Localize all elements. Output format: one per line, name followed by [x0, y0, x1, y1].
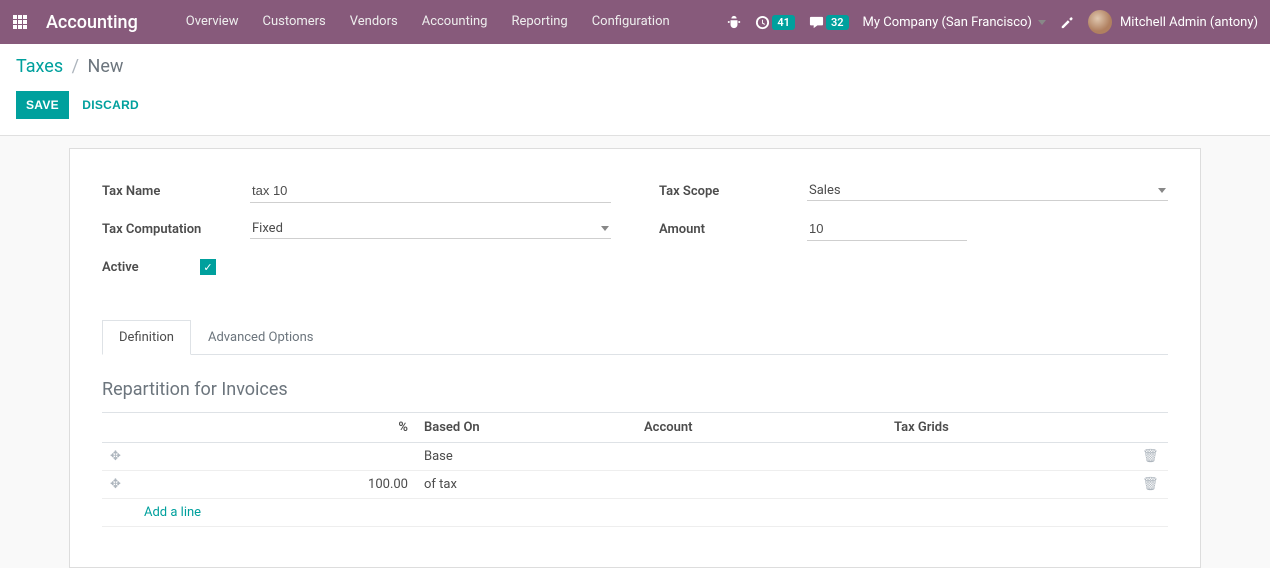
- col-tax-grids: Tax Grids: [886, 413, 1134, 443]
- menu-vendors[interactable]: Vendors: [338, 0, 410, 44]
- company-name: My Company (San Francisco): [863, 15, 1032, 30]
- input-tax-name[interactable]: [250, 179, 611, 203]
- table-row-add: Add a line: [102, 499, 1168, 527]
- checkbox-active[interactable]: ✓: [200, 259, 216, 275]
- table-row[interactable]: ✥ Base 🗑: [102, 443, 1168, 471]
- sheet-container: Tax Name Tax Computation Fixed Active ✓: [0, 136, 1270, 568]
- avatar: [1088, 10, 1112, 34]
- cell-percent[interactable]: [136, 443, 416, 471]
- user-menu[interactable]: Mitchell Admin (antony): [1088, 10, 1258, 34]
- app-brand: Accounting: [46, 12, 138, 33]
- col-drag: [102, 413, 136, 443]
- navbar-right: 41 32 My Company (San Francisco) Mitchel…: [727, 10, 1258, 34]
- select-tax-scope-value: Sales: [809, 183, 1158, 198]
- drag-handle-icon[interactable]: ✥: [110, 449, 121, 464]
- label-active: Active: [102, 260, 200, 275]
- menu-accounting[interactable]: Accounting: [410, 0, 500, 44]
- col-account: Account: [636, 413, 886, 443]
- repartition-table: % Based On Account Tax Grids ✥ Base 🗑: [102, 412, 1168, 527]
- select-tax-scope[interactable]: Sales: [807, 181, 1168, 201]
- caret-down-icon: [1158, 188, 1166, 193]
- menu-configuration[interactable]: Configuration: [580, 0, 682, 44]
- activity-badge: 41: [772, 15, 795, 30]
- control-panel: Taxes / New SAVE DISCARD: [0, 44, 1270, 136]
- section-repartition-title: Repartition for Invoices: [102, 379, 1168, 400]
- message-badge: 32: [826, 15, 849, 30]
- user-name: Mitchell Admin (antony): [1120, 15, 1258, 30]
- menu-overview[interactable]: Overview: [174, 0, 251, 44]
- cell-account[interactable]: [636, 471, 886, 499]
- cell-based-on[interactable]: of tax: [416, 471, 636, 499]
- tab-advanced-options[interactable]: Advanced Options: [191, 320, 330, 355]
- label-tax-scope: Tax Scope: [659, 184, 807, 199]
- save-button[interactable]: SAVE: [16, 91, 69, 119]
- col-delete: [1134, 413, 1168, 443]
- apps-icon[interactable]: [12, 14, 28, 30]
- form-col-left: Tax Name Tax Computation Fixed Active ✓: [102, 177, 611, 291]
- trash-icon[interactable]: 🗑: [1142, 477, 1159, 492]
- cell-percent[interactable]: 100.00: [136, 471, 416, 499]
- discard-button[interactable]: DISCARD: [72, 91, 149, 119]
- cell-based-on[interactable]: Base: [416, 443, 636, 471]
- company-switcher[interactable]: My Company (San Francisco): [863, 15, 1046, 30]
- menu-customers[interactable]: Customers: [250, 0, 337, 44]
- caret-down-icon: [601, 226, 609, 231]
- breadcrumb-parent[interactable]: Taxes: [16, 56, 63, 77]
- main-menu: Overview Customers Vendors Accounting Re…: [174, 0, 682, 44]
- label-amount: Amount: [659, 222, 807, 237]
- messaging-icon[interactable]: 32: [809, 15, 849, 30]
- col-percent: %: [136, 413, 416, 443]
- bug-icon[interactable]: [727, 15, 741, 29]
- form-sheet: Tax Name Tax Computation Fixed Active ✓: [69, 148, 1201, 568]
- activity-icon[interactable]: 41: [755, 15, 795, 30]
- tab-definition[interactable]: Definition: [102, 320, 191, 355]
- cell-tax-grids[interactable]: [886, 471, 1134, 499]
- table-row[interactable]: ✥ 100.00 of tax 🗑: [102, 471, 1168, 499]
- drag-handle-icon[interactable]: ✥: [110, 477, 121, 492]
- form-col-right: Tax Scope Sales Amount: [659, 177, 1168, 291]
- cell-tax-grids[interactable]: [886, 443, 1134, 471]
- breadcrumb: Taxes / New: [16, 56, 1254, 77]
- breadcrumb-current: New: [88, 56, 124, 77]
- col-based-on: Based On: [416, 413, 636, 443]
- trash-icon[interactable]: 🗑: [1142, 449, 1159, 464]
- label-tax-name: Tax Name: [102, 184, 250, 199]
- tabs: Definition Advanced Options: [102, 319, 1168, 355]
- cell-account[interactable]: [636, 443, 886, 471]
- tools-icon[interactable]: [1060, 15, 1074, 29]
- menu-reporting[interactable]: Reporting: [499, 0, 579, 44]
- caret-down-icon: [1038, 20, 1046, 25]
- input-amount[interactable]: [807, 217, 967, 241]
- form-grid: Tax Name Tax Computation Fixed Active ✓: [102, 177, 1168, 291]
- select-tax-computation[interactable]: Fixed: [250, 219, 611, 239]
- label-tax-computation: Tax Computation: [102, 222, 250, 237]
- select-tax-computation-value: Fixed: [252, 221, 601, 236]
- top-navbar: Accounting Overview Customers Vendors Ac…: [0, 0, 1270, 44]
- breadcrumb-separator: /: [72, 56, 79, 77]
